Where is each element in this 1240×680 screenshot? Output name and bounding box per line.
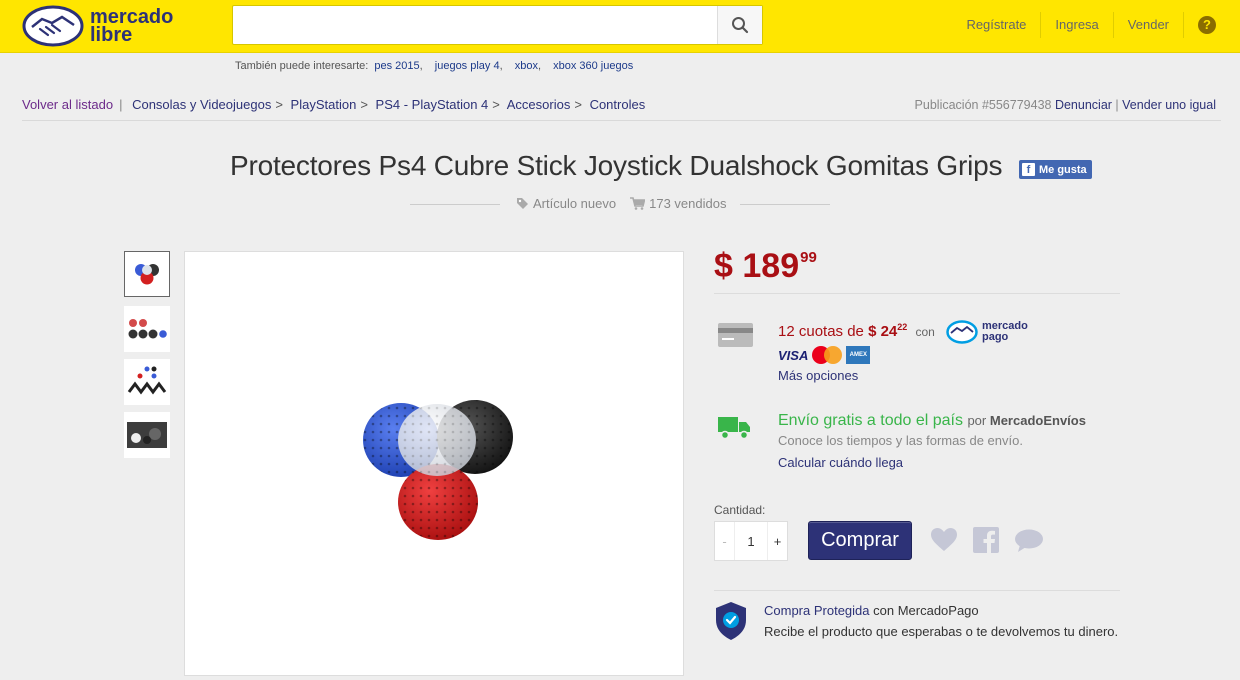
free-shipping-info: Envío gratis a todo el país por MercadoE… xyxy=(778,412,1086,429)
quantity-label: Cantidad: xyxy=(714,503,766,517)
breadcrumb-item[interactable]: Controles xyxy=(590,97,646,112)
cart-icon xyxy=(630,197,646,210)
breadcrumb-item[interactable]: Accesorios xyxy=(507,97,571,112)
related-link[interactable]: juegos play 4 xyxy=(435,60,500,72)
mercadopago-logo-text: mercado pago xyxy=(982,320,1028,343)
product-thumbnail-image xyxy=(127,366,167,395)
logo-text: mercado libre xyxy=(90,6,174,46)
product-image xyxy=(363,400,513,540)
product-thumbnail-image xyxy=(127,422,167,448)
shipping-subtitle: Conoce los tiempos y las formas de envío… xyxy=(778,433,1023,448)
breadcrumb: Volver al listado | Consolas y Videojuego… xyxy=(22,97,646,112)
nav-sell-link[interactable]: Vender xyxy=(1114,12,1184,38)
quantity-increase-button[interactable]: + xyxy=(767,522,787,560)
facebook-icon: f xyxy=(1022,163,1035,176)
related-link[interactable]: pes 2015 xyxy=(374,60,419,72)
visa-logo: VISA xyxy=(778,347,809,363)
thumbnail[interactable] xyxy=(124,359,170,405)
search-box xyxy=(232,5,763,45)
price-integer: 189 xyxy=(742,247,800,285)
thumbnail[interactable] xyxy=(124,412,170,458)
divider xyxy=(714,293,1120,294)
back-to-listing-link[interactable]: Volver al listado xyxy=(22,97,113,112)
search-icon xyxy=(732,17,749,34)
header-nav: Regístrate Ingresa Vender ? xyxy=(952,12,1216,38)
shipping-provider: MercadoEnvíos xyxy=(989,413,1086,428)
handshake-icon xyxy=(22,5,84,47)
protected-purchase-link[interactable]: Compra Protegida xyxy=(764,603,870,618)
protected-purchase-title: Compra Protegida con MercadoPago xyxy=(764,603,979,618)
related-link[interactable]: xbox xyxy=(515,60,538,72)
product-title: Protectores Ps4 Cubre Stick Joystick Dua… xyxy=(230,150,1003,181)
nav-login-link[interactable]: Ingresa xyxy=(1041,12,1114,38)
mercadolibre-logo[interactable]: mercado libre xyxy=(22,5,192,47)
installments-info: 12 cuotas de $ 2422 con xyxy=(778,322,935,340)
protected-purchase-subtitle: Recibe el producto que esperabas o te de… xyxy=(764,624,1119,639)
product-subline: Artículo nuevo 173 vendidos xyxy=(410,194,830,214)
product-thumbnail-image xyxy=(135,264,159,285)
shield-icon xyxy=(714,601,748,646)
search-button[interactable] xyxy=(717,6,762,44)
nav-register-link[interactable]: Regístrate xyxy=(952,12,1042,38)
truck-icon xyxy=(717,414,751,445)
sold-count: 173 vendidos xyxy=(649,196,727,211)
sell-same-link[interactable]: Vender uno igual xyxy=(1122,98,1216,112)
mercadopago-logo: mercado pago xyxy=(946,320,1036,346)
mercadopago-handshake-icon xyxy=(946,320,978,344)
ask-question-icon[interactable] xyxy=(1014,529,1044,558)
publication-info: Publicación #556779438 Denunciar | Vende… xyxy=(914,98,1216,112)
breadcrumb-item[interactable]: PlayStation xyxy=(291,97,357,112)
price-cents: 99 xyxy=(800,249,817,266)
credit-card-icon xyxy=(718,323,753,347)
report-link[interactable]: Denunciar xyxy=(1055,98,1112,112)
condition-label: Artículo nuevo xyxy=(533,196,617,211)
calculate-arrival-link[interactable]: Calcular cuándo llega xyxy=(778,455,903,470)
fb-like-label: Me gusta xyxy=(1039,163,1087,176)
favorite-heart-icon[interactable] xyxy=(930,527,958,557)
thumbnail[interactable] xyxy=(124,306,170,352)
thumbnail[interactable] xyxy=(124,251,170,297)
related-label: También puede interesarte: xyxy=(235,60,369,72)
divider xyxy=(22,120,1221,121)
product-thumbnail-image xyxy=(128,319,167,339)
more-payment-options-link[interactable]: Más opciones xyxy=(778,368,858,383)
related-searches: También puede interesarte: pes 2015, jue… xyxy=(235,60,634,72)
amex-logo: AMEX xyxy=(846,346,871,364)
mastercard-logo xyxy=(812,346,843,364)
search-input[interactable] xyxy=(233,6,717,44)
facebook-share-icon[interactable] xyxy=(973,527,999,558)
quantity-decrease-button[interactable]: - xyxy=(715,522,735,560)
free-shipping-title: Envío gratis a todo el país xyxy=(778,412,963,429)
facebook-like-button[interactable]: f Me gusta xyxy=(1019,160,1092,179)
breadcrumb-item[interactable]: PS4 - PlayStation 4 xyxy=(376,97,489,112)
divider xyxy=(714,590,1120,591)
help-icon[interactable]: ? xyxy=(1198,16,1216,34)
header: mercado libre Regístrate Ingresa Vender … xyxy=(0,0,1240,53)
accepted-cards: VISA AMEX xyxy=(778,346,871,364)
main-product-image[interactable] xyxy=(184,251,684,676)
related-link[interactable]: xbox 360 juegos xyxy=(553,60,633,72)
tag-icon xyxy=(517,198,528,209)
quantity-input[interactable]: 1 xyxy=(735,522,767,560)
breadcrumb-item[interactable]: Consolas y Videojuegos xyxy=(132,97,271,112)
product-price: $ 18999 xyxy=(714,247,817,285)
publication-id: Publicación #556779438 xyxy=(914,98,1052,112)
buy-button[interactable]: Comprar xyxy=(808,521,912,560)
quantity-stepper: - 1 + xyxy=(714,521,788,561)
